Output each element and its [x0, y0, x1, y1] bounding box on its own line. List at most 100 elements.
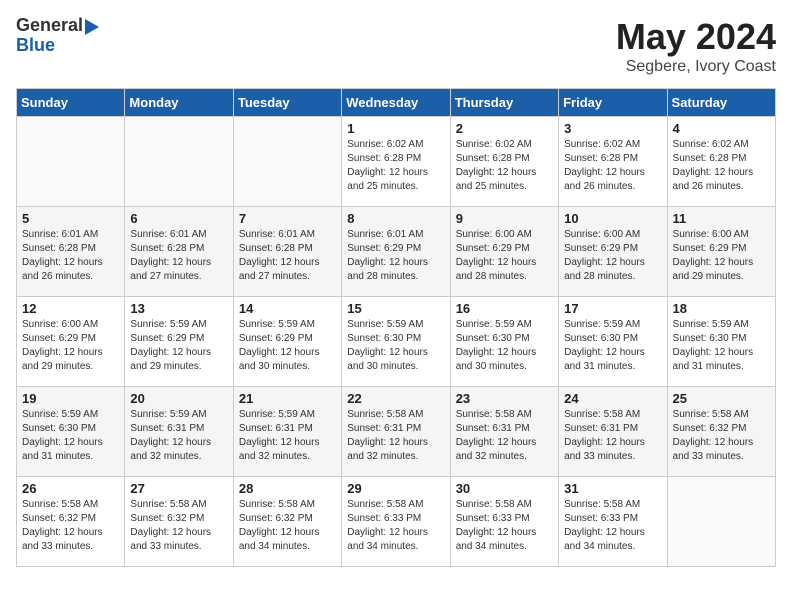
day-number: 23 [456, 391, 553, 406]
location-subtitle: Segbere, Ivory Coast [616, 58, 776, 76]
calendar-cell: 5Sunrise: 6:01 AM Sunset: 6:28 PM Daylig… [17, 207, 125, 297]
calendar-cell: 22 Sunrise: 5:58 AM Sunset: 6:31 PM Dayli… [342, 387, 450, 477]
day-number: 9 [456, 211, 553, 226]
day-number: 20 [130, 391, 227, 406]
calendar-cell: 7 Sunrise: 6:01 AM Sunset: 6:28 PM Daylig… [233, 207, 341, 297]
day-info: Sunrise: 5:59 AM Sunset: 6:31 PM Dayligh… [239, 408, 336, 464]
day-number: 27 [130, 481, 227, 496]
calendar-cell: 15 Sunrise: 5:59 AM Sunset: 6:30 PM Dayli… [342, 297, 450, 387]
day-number: 31 [564, 481, 661, 496]
day-number: 6 [130, 211, 227, 226]
calendar-cell: 20Sunrise: 5:59 AM Sunset: 6:31 PM Dayli… [125, 387, 233, 477]
calendar-cell [17, 117, 125, 207]
day-number: 8 [347, 211, 444, 226]
day-number: 18 [673, 301, 770, 316]
calendar-cell: 9 Sunrise: 6:00 AM Sunset: 6:29 PM Daylig… [450, 207, 558, 297]
weekday-header-tuesday: Tuesday [233, 89, 341, 117]
calendar-cell: 6 Sunrise: 6:01 AM Sunset: 6:28 PM Daylig… [125, 207, 233, 297]
day-number: 19 [22, 391, 119, 406]
logo: General Blue [16, 16, 99, 56]
day-number: 15 [347, 301, 444, 316]
day-number: 3 [564, 121, 661, 136]
day-number: 21 [239, 391, 336, 406]
day-info: Sunrise: 6:00 AM Sunset: 6:29 PM Dayligh… [564, 228, 661, 284]
calendar-cell [125, 117, 233, 207]
calendar-week-row: 19 Sunrise: 5:59 AM Sunset: 6:30 PM Dayli… [17, 387, 776, 477]
day-info: Sunrise: 6:00 AM Sunset: 6:29 PM Dayligh… [22, 318, 119, 374]
day-number: 4 [673, 121, 770, 136]
day-info: Sunrise: 5:59 AM Sunset: 6:29 PM Dayligh… [130, 318, 227, 374]
calendar-week-row: 26 Sunrise: 5:58 AM Sunset: 6:32 PM Dayli… [17, 477, 776, 567]
day-info: Sunrise: 6:02 AM Sunset: 6:28 PM Dayligh… [347, 138, 444, 194]
day-info: Sunrise: 5:58 AM Sunset: 6:33 PM Dayligh… [564, 498, 661, 554]
day-info: Sunrise: 5:58 AM Sunset: 6:32 PM Dayligh… [239, 498, 336, 554]
day-info: Sunrise: 5:58 AM Sunset: 6:32 PM Dayligh… [673, 408, 770, 464]
day-info: Sunrise: 5:59 AM Sunset: 6:30 PM Dayligh… [564, 318, 661, 374]
calendar-cell: 13 Sunrise: 5:59 AM Sunset: 6:29 PM Dayli… [125, 297, 233, 387]
calendar-cell: 1 Sunrise: 6:02 AM Sunset: 6:28 PM Daylig… [342, 117, 450, 207]
day-number: 14 [239, 301, 336, 316]
day-info: Sunrise: 6:01 AM Sunset: 6:28 PM Dayligh… [130, 228, 227, 284]
day-info: Sunrise: 6:02 AM Sunset: 6:28 PM Dayligh… [673, 138, 770, 194]
day-number: 29 [347, 481, 444, 496]
title-block: May 2024 Segbere, Ivory Coast [616, 16, 776, 76]
calendar-cell: 31 Sunrise: 5:58 AM Sunset: 6:33 PM Dayli… [559, 477, 667, 567]
day-info: Sunrise: 5:59 AM Sunset: 6:30 PM Dayligh… [673, 318, 770, 374]
calendar-cell: 25 Sunrise: 5:58 AM Sunset: 6:32 PM Dayli… [667, 387, 775, 477]
day-info: Sunrise: 6:00 AM Sunset: 6:29 PM Dayligh… [456, 228, 553, 284]
calendar-cell: 18 Sunrise: 5:59 AM Sunset: 6:30 PM Dayli… [667, 297, 775, 387]
day-info: Sunrise: 5:58 AM Sunset: 6:32 PM Dayligh… [22, 498, 119, 554]
calendar-cell: 10 Sunrise: 6:00 AM Sunset: 6:29 PM Dayli… [559, 207, 667, 297]
weekday-header-thursday: Thursday [450, 89, 558, 117]
day-number: 10 [564, 211, 661, 226]
day-info: Sunrise: 5:58 AM Sunset: 6:33 PM Dayligh… [347, 498, 444, 554]
day-number: 24 [564, 391, 661, 406]
day-number: 11 [673, 211, 770, 226]
calendar-cell: 29 Sunrise: 5:58 AM Sunset: 6:33 PM Dayli… [342, 477, 450, 567]
calendar-cell: 16Sunrise: 5:59 AM Sunset: 6:30 PM Dayli… [450, 297, 558, 387]
day-number: 22 [347, 391, 444, 406]
day-number: 2 [456, 121, 553, 136]
calendar-week-row: 5Sunrise: 6:01 AM Sunset: 6:28 PM Daylig… [17, 207, 776, 297]
day-info: Sunrise: 5:59 AM Sunset: 6:30 PM Dayligh… [22, 408, 119, 464]
calendar-cell: 30 Sunrise: 5:58 AM Sunset: 6:33 PM Dayli… [450, 477, 558, 567]
weekday-header-friday: Friday [559, 89, 667, 117]
calendar-cell: 14 Sunrise: 5:59 AM Sunset: 6:29 PM Dayli… [233, 297, 341, 387]
logo-text-blue: Blue [16, 36, 99, 56]
calendar-cell: 2 Sunrise: 6:02 AM Sunset: 6:28 PM Daylig… [450, 117, 558, 207]
calendar-week-row: 12Sunrise: 6:00 AM Sunset: 6:29 PM Dayli… [17, 297, 776, 387]
logo-text-general: General [16, 16, 83, 36]
day-number: 26 [22, 481, 119, 496]
day-number: 30 [456, 481, 553, 496]
calendar-table: SundayMondayTuesdayWednesdayThursdayFrid… [16, 88, 776, 567]
calendar-cell: 12Sunrise: 6:00 AM Sunset: 6:29 PM Dayli… [17, 297, 125, 387]
day-info: Sunrise: 6:00 AM Sunset: 6:29 PM Dayligh… [673, 228, 770, 284]
calendar-cell: 26 Sunrise: 5:58 AM Sunset: 6:32 PM Dayli… [17, 477, 125, 567]
weekday-header-wednesday: Wednesday [342, 89, 450, 117]
calendar-cell: 24 Sunrise: 5:58 AM Sunset: 6:31 PM Dayli… [559, 387, 667, 477]
day-info: Sunrise: 6:01 AM Sunset: 6:28 PM Dayligh… [239, 228, 336, 284]
day-info: Sunrise: 5:58 AM Sunset: 6:33 PM Dayligh… [456, 498, 553, 554]
day-info: Sunrise: 5:59 AM Sunset: 6:29 PM Dayligh… [239, 318, 336, 374]
day-info: Sunrise: 6:02 AM Sunset: 6:28 PM Dayligh… [456, 138, 553, 194]
day-number: 25 [673, 391, 770, 406]
calendar-week-row: 1 Sunrise: 6:02 AM Sunset: 6:28 PM Daylig… [17, 117, 776, 207]
day-number: 17 [564, 301, 661, 316]
day-number: 7 [239, 211, 336, 226]
day-number: 1 [347, 121, 444, 136]
logo-arrow-icon [85, 19, 99, 35]
day-info: Sunrise: 5:59 AM Sunset: 6:30 PM Dayligh… [347, 318, 444, 374]
day-info: Sunrise: 5:58 AM Sunset: 6:31 PM Dayligh… [347, 408, 444, 464]
day-info: Sunrise: 5:58 AM Sunset: 6:31 PM Dayligh… [456, 408, 553, 464]
day-info: Sunrise: 5:58 AM Sunset: 6:31 PM Dayligh… [564, 408, 661, 464]
weekday-header-monday: Monday [125, 89, 233, 117]
weekday-header-row: SundayMondayTuesdayWednesdayThursdayFrid… [17, 89, 776, 117]
day-number: 13 [130, 301, 227, 316]
calendar-cell [667, 477, 775, 567]
calendar-cell: 27 Sunrise: 5:58 AM Sunset: 6:32 PM Dayli… [125, 477, 233, 567]
calendar-cell: 17 Sunrise: 5:59 AM Sunset: 6:30 PM Dayli… [559, 297, 667, 387]
day-info: Sunrise: 6:01 AM Sunset: 6:29 PM Dayligh… [347, 228, 444, 284]
day-info: Sunrise: 5:58 AM Sunset: 6:32 PM Dayligh… [130, 498, 227, 554]
calendar-cell: 3Sunrise: 6:02 AM Sunset: 6:28 PM Daylig… [559, 117, 667, 207]
page-header: General Blue May 2024 Segbere, Ivory Coa… [16, 16, 776, 76]
